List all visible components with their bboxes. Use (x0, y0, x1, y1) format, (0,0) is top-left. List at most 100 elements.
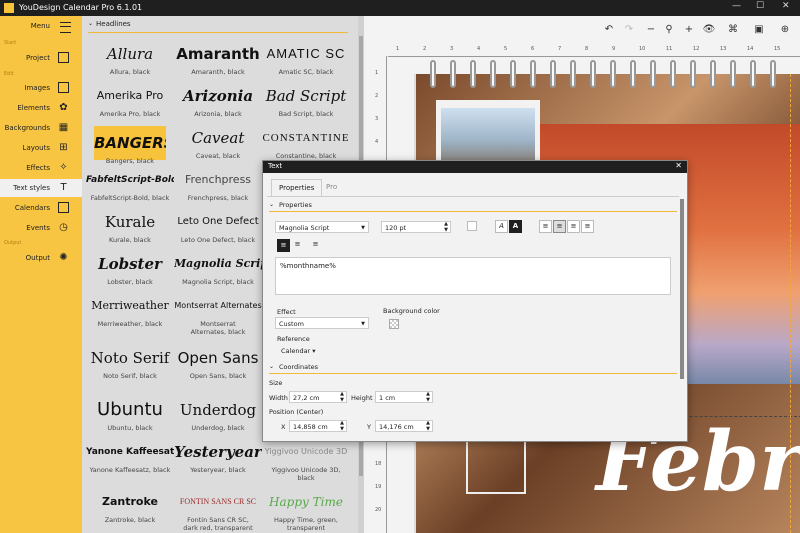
sidebar-item-effects[interactable]: Effects ✧ (0, 159, 82, 177)
font-tile-fabfeltscript[interactable]: FabfeltScript-Bold FabfeltScript-Bold, bl… (86, 166, 174, 202)
font-tile-allura[interactable]: Allura Allura, black (86, 40, 174, 76)
spinner-icon[interactable]: ▲ ▼ (426, 420, 430, 432)
font-tile-lobster[interactable]: Lobster Lobster, black (86, 250, 174, 286)
zoom-icon[interactable]: ⚲ (662, 24, 676, 35)
font-tile-arizonia[interactable]: Arizonia Arizonia, black (174, 82, 262, 118)
sidebar-item-events[interactable]: Events ◷ (0, 219, 82, 237)
font-tile-amatic-sc[interactable]: AMATIC SC Amatic SC, black (262, 40, 350, 76)
font-tile-zantroke[interactable]: Zantroke Zantroke, black (86, 488, 174, 524)
view-icon[interactable]: 👁 (702, 24, 716, 35)
font-color-swatch[interactable] (467, 221, 477, 231)
sidebar-item-backgrounds[interactable]: Backgrounds ▦ (0, 119, 82, 137)
font-tile-amerika-pro[interactable]: Amerika Pro Amerika Pro, black (86, 82, 174, 118)
arrange-icon[interactable]: ▣ (752, 24, 766, 35)
font-preview: Noto Serif (90, 349, 170, 367)
height-field[interactable]: 1 cm ▲ ▼ (375, 391, 433, 403)
font-tile-magnolia-script[interactable]: Magnolia Script Magnolia Script, black (174, 250, 262, 286)
sidebar-item-text-styles[interactable]: Text styles T (0, 179, 82, 197)
font-tile-noto-serif[interactable]: Noto Serif Noto Serif, black (86, 344, 174, 380)
sidebar-item-calendars[interactable]: Calendars (0, 199, 82, 217)
ruler-tick-label: 3 (375, 116, 379, 122)
font-tile-kurale[interactable]: Kurale Kurale, black (86, 208, 174, 244)
font-preview: Caveat (191, 129, 245, 147)
align-justify-button[interactable]: ≡ (581, 220, 594, 233)
app-title: YouDesign Calendar Pro 6.1.01 (19, 3, 143, 12)
headlines-header[interactable]: ⌄ Headlines (88, 20, 348, 33)
dialog-title-bar[interactable]: Text ✕ (263, 161, 687, 173)
hamburger-icon (60, 22, 71, 33)
font-preview: Underdog (179, 401, 257, 419)
tab-properties[interactable]: Properties (271, 179, 323, 197)
font-tile-bangers[interactable]: BANGERSBangers, black (86, 122, 174, 165)
font-tile-leto-one-defect[interactable]: Leto One Defect Leto One Defect, black (174, 208, 262, 244)
minimize-button[interactable]: — (732, 1, 741, 11)
zoom-out-button[interactable]: − (644, 24, 658, 35)
sidebar-item-layouts[interactable]: Layouts ⊞ (0, 139, 82, 157)
font-tile-yiggivoo[interactable]: Yiggivoo Unicode 3D Yiggivoo Unicode 3D, … (262, 438, 350, 482)
align-icon[interactable]: ⊕ (778, 24, 792, 35)
align-left-button[interactable]: ≡ (539, 220, 552, 233)
font-tile-happy-time[interactable]: Happy Time Happy Time, green, transparent (262, 488, 350, 532)
elements-icon: ✿ (59, 102, 68, 113)
sidebar-item-output[interactable]: Output ✺ (0, 249, 82, 267)
binding-ring (590, 60, 596, 88)
italic-button[interactable]: A (495, 220, 508, 233)
background-color-swatch[interactable] (389, 319, 399, 329)
coordinates-section-header[interactable]: ⌄ Coordinates (269, 363, 677, 374)
zoom-in-button[interactable]: + (682, 24, 696, 35)
effect-select[interactable]: Custom ▼ (275, 317, 369, 329)
font-family-select[interactable]: Magnolia Script ▼ (275, 221, 369, 233)
width-field[interactable]: 27,2 cm ▲ ▼ (289, 391, 347, 403)
image-placeholder[interactable] (466, 434, 526, 494)
font-tile-amaranth[interactable]: Amaranth Amaranth, black (174, 40, 262, 76)
dialog-title: Text (268, 162, 283, 170)
sidebar-item-images[interactable]: Images (0, 79, 82, 97)
sidebar-item-project[interactable]: Project (0, 49, 82, 67)
dialog-close-button[interactable]: ✕ (675, 161, 682, 170)
font-tile-yesteryear[interactable]: Yesteryear Yesteryear, black (174, 438, 262, 474)
binding-ring (470, 60, 476, 88)
maximize-button[interactable]: ☐ (756, 1, 764, 11)
valign-middle-button[interactable]: ≡ (291, 239, 304, 252)
close-button[interactable]: ✕ (782, 1, 790, 11)
tools-icon[interactable]: ⌘ (726, 24, 740, 35)
text-content-input[interactable]: %monthname% (275, 257, 671, 295)
align-center-button[interactable]: ≡ (553, 220, 566, 233)
menu-button[interactable]: Menu (0, 18, 82, 36)
undo-button[interactable]: ↶ (602, 24, 616, 35)
dialog-scrollbar[interactable] (680, 199, 684, 379)
spinner-icon[interactable]: ▲ ▼ (340, 391, 344, 403)
font-tile-ubuntu[interactable]: Ubuntu Ubuntu, black (86, 396, 174, 432)
y-field[interactable]: 14,176 cm ▲ ▼ (375, 420, 433, 432)
font-tile-fontin-sans[interactable]: FONTIN SANS CR SC Fontin Sans CR SC, dark… (174, 488, 262, 532)
font-tile-bad-script[interactable]: Bad Script Bad Script, black (262, 82, 350, 118)
tab-pro[interactable]: Pro (319, 179, 344, 196)
font-tile-underdog[interactable]: Underdog Underdog, black (174, 396, 262, 432)
spinner-icon[interactable]: ▲ ▼ (426, 391, 430, 403)
align-right-button[interactable]: ≡ (567, 220, 580, 233)
title-bar: YouDesign Calendar Pro 6.1.01 — ☐ ✕ (0, 0, 800, 16)
reference-select[interactable]: Calendar ▾ (281, 347, 316, 355)
redo-button[interactable]: ↷ (622, 24, 636, 35)
font-caption: Fontin Sans CR SC, dark red, transparent (183, 516, 253, 532)
sidebar-item-elements[interactable]: Elements ✿ (0, 99, 82, 117)
valign-top-button[interactable]: ≡ (277, 239, 290, 252)
image-icon (58, 82, 69, 93)
properties-section-header[interactable]: ⌄ Properties (269, 201, 677, 212)
height-value: 1 cm (379, 394, 396, 402)
bold-button[interactable]: A (509, 220, 522, 233)
font-tile-caveat[interactable]: Caveat Caveat, black (174, 124, 262, 160)
font-size-field[interactable]: 120 pt ▲ ▼ (381, 221, 451, 233)
spinner-icon[interactable]: ▲ ▼ (444, 221, 448, 233)
spinner-icon[interactable]: ▲ ▼ (340, 420, 344, 432)
valign-bottom-button[interactable]: ≡ (309, 239, 322, 252)
font-tile-yanone-kaffeesatz[interactable]: Yanone Kaffeesatz Yanone Kaffeesatz, blac… (86, 438, 174, 474)
binding-ring (770, 60, 776, 88)
font-tile-frenchpress[interactable]: Frenchpress Frenchpress, black (174, 166, 262, 202)
font-tile-constantine[interactable]: CONSTANTINE Constantine, black (262, 124, 350, 160)
font-tile-open-sans[interactable]: Open Sans Open Sans, black (174, 344, 262, 380)
font-tile-montserrat-alternates[interactable]: Montserrat Alternates Montserrat Alternat… (174, 292, 262, 336)
font-tile-merriweather[interactable]: Merriweather Merriweather, black (86, 292, 174, 328)
position-label: Position (Center) (269, 408, 324, 416)
x-field[interactable]: 14,858 cm ▲ ▼ (289, 420, 347, 432)
